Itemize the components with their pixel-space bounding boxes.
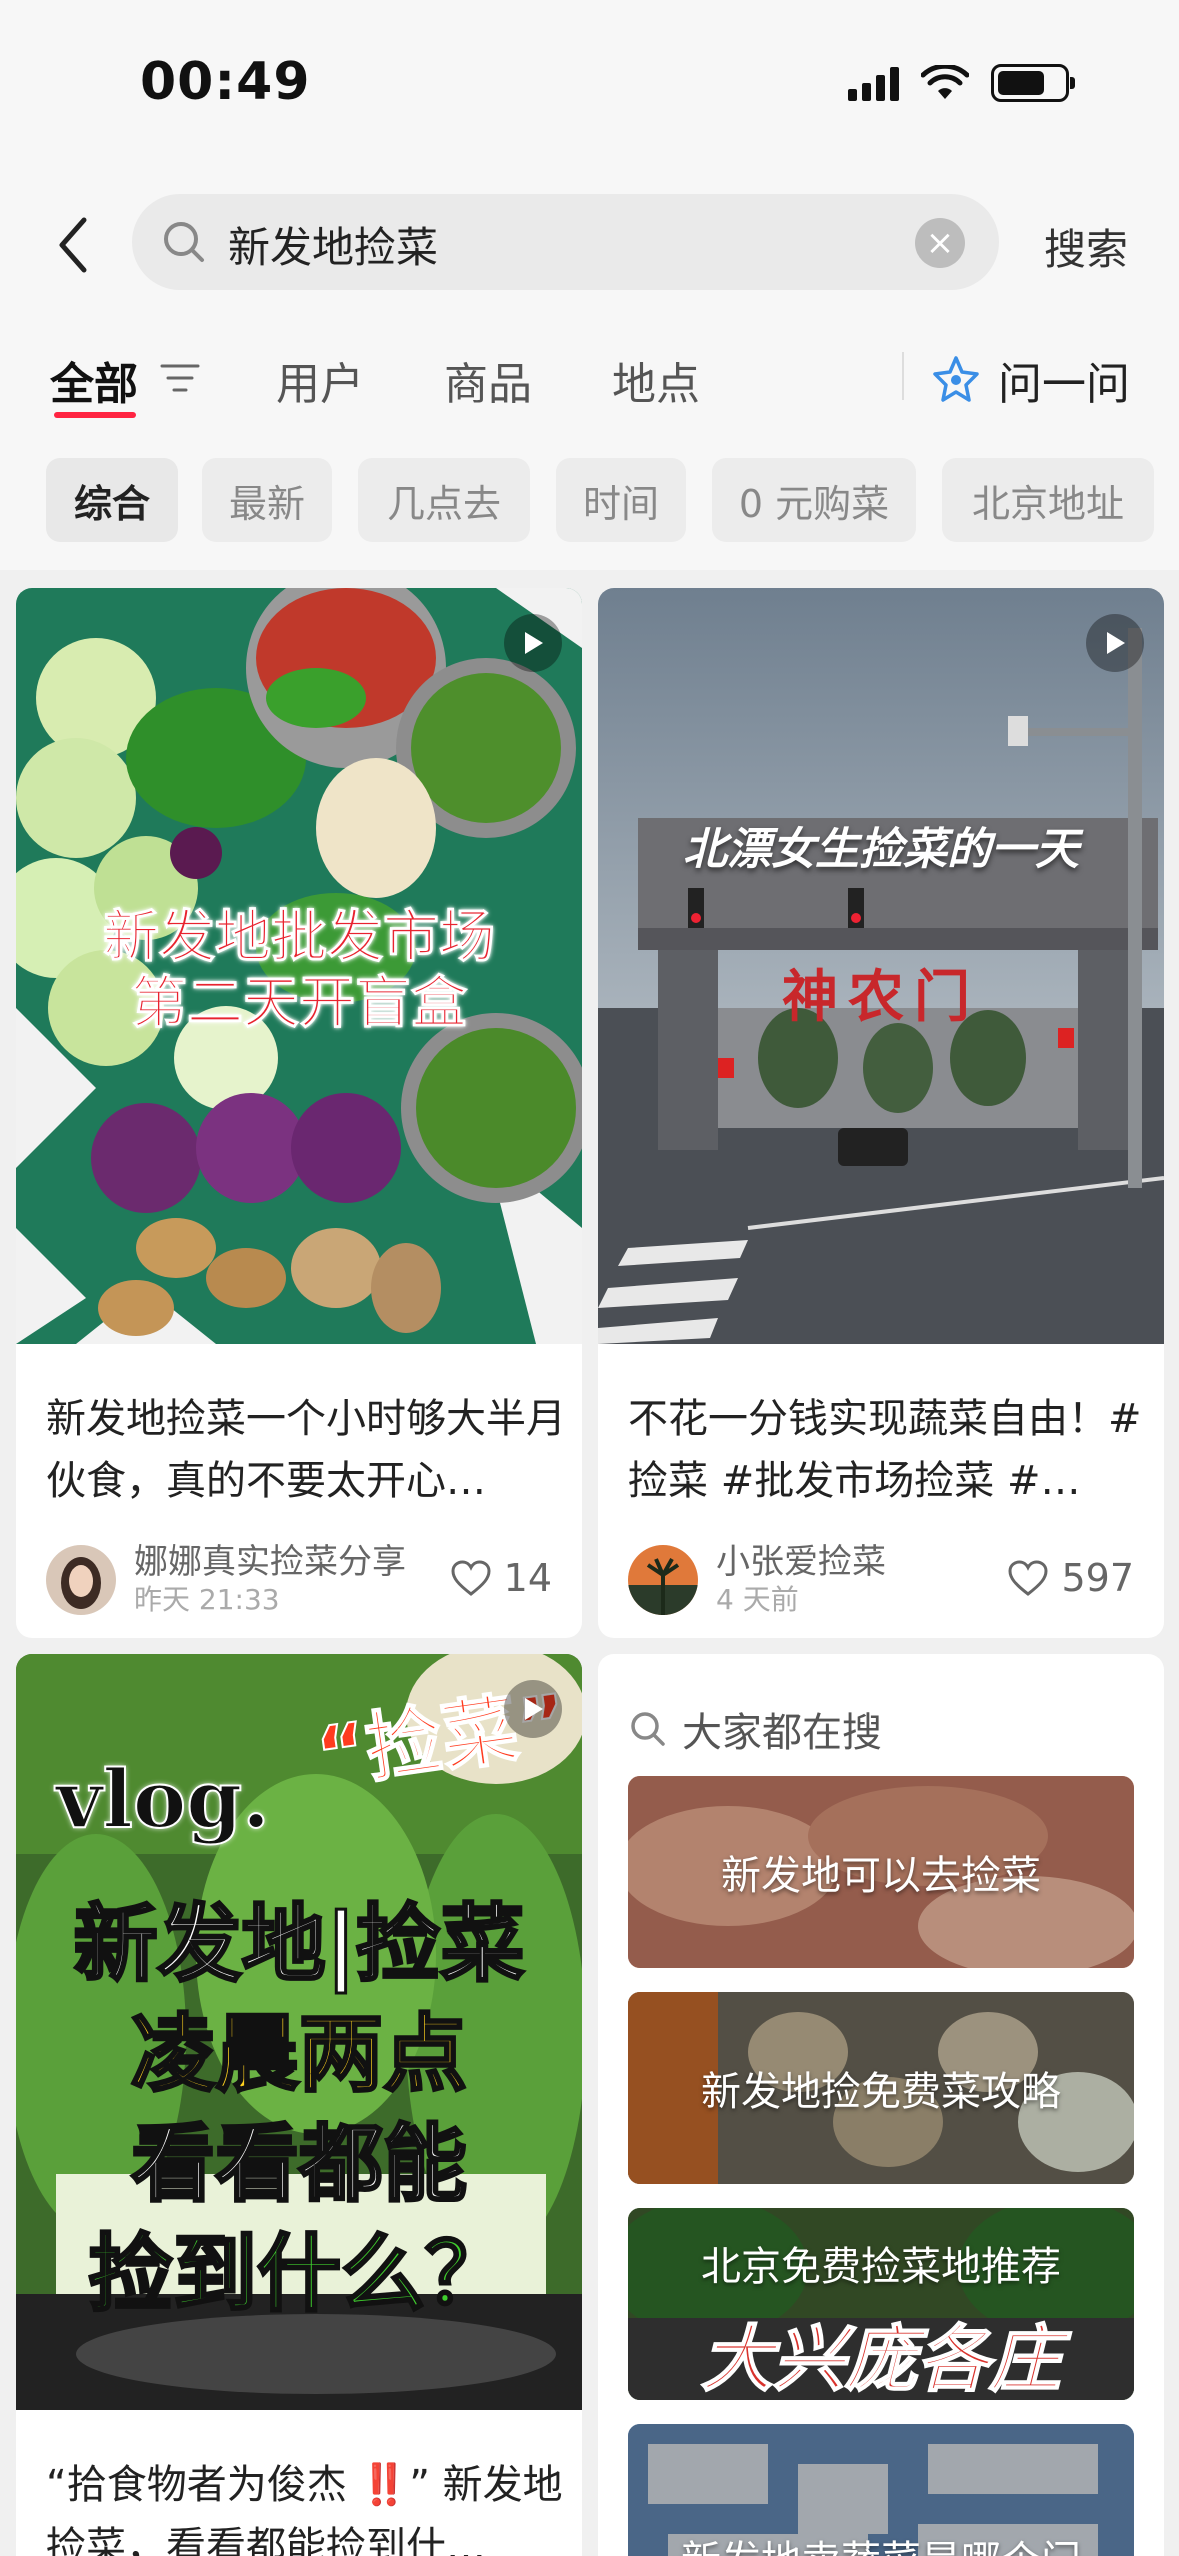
chip-beijing-address[interactable]: 北京地址 [942,458,1154,542]
ask-button[interactable]: 问一问 [930,348,1130,412]
clear-icon[interactable]: × [915,218,965,268]
avatar [46,1545,116,1615]
cover-line-1: 新发地|捡菜 [72,1894,526,1995]
trending-searches-card: 大家都在搜 新发地可以去捡菜 新发地捡免费菜攻略 大兴庞各庄 北京免费捡菜地推荐 [598,1654,1164,2556]
trending-item[interactable]: 新发地捡免费菜攻略 [628,1992,1134,2184]
cover-caption-line-1: 新发地批发市场 [103,905,496,970]
search-icon [631,1712,665,1746]
chevron-left-icon [59,217,87,273]
trending-header: 大家都在搜 [628,1700,882,1758]
trending-item-label: 新发地可以去捡菜 [721,1853,1041,1899]
gate-sign-text: 神农门 [782,965,980,1030]
post-card[interactable]: 新发地批发市场 第二天开盲盒 新发地捡菜一个小时够大半月伙食，真的不要太开心… … [16,588,582,1638]
cover-caption-line-2: 第二天开盲盒 [131,971,468,1036]
cover-line-4: 捡到什么？ [87,2224,510,2325]
thumbnail-caption: 大兴庞各庄 [700,2317,1062,2400]
trending-item-label: 新发地卖蔬菜是哪个门 [628,2424,1134,2556]
search-header: 新发地捡菜 × 搜索 [0,160,1179,330]
post-date: 4 天前 [716,1583,799,1616]
chip-comprehensive[interactable]: 综合 [46,458,178,542]
post-title: 不花一分钱实现蔬菜自由！#捡菜 #批发市场捡菜 #… [628,1396,1142,1504]
post-author[interactable]: 娜娜真实捡菜分享 昨天 21:33 [46,1542,406,1618]
chip-time[interactable]: 时间 [556,458,686,542]
tab-places[interactable]: 地点 [612,348,700,412]
cover-vlog-text: vlog. [55,1752,271,1846]
filter-icon[interactable] [158,360,202,396]
chip-latest[interactable]: 最新 [202,458,332,542]
author-name: 娜娜真实捡菜分享 [134,1542,406,1582]
like-button[interactable]: 597 [1007,1556,1134,1600]
post-author[interactable]: 小张爱捡菜 4 天前 [628,1542,886,1618]
avatar [628,1545,698,1615]
post-card[interactable]: vlog. “捡菜” 新发地|捡菜 凌晨两点 看看都能 捡到什么？ “拾食物者为… [16,1654,582,2556]
post-title: 新发地捡菜一个小时够大半月伙食，真的不要太开心… [46,1396,566,1504]
trending-item-label: 新发地捡免费菜攻略 [701,2069,1061,2115]
trending-item-label: 北京免费捡菜地推荐 [701,2244,1061,2290]
post-cover: 新发地批发市场 第二天开盲盒 [16,588,582,1344]
trending-title: 大家都在搜 [682,1710,882,1756]
tab-users[interactable]: 用户 [276,348,364,412]
search-query: 新发地捡菜 [228,223,439,272]
wifi-icon [921,65,969,99]
status-bar: 00:49 [0,0,1179,160]
search-input[interactable]: 新发地捡菜 × [132,194,999,290]
post-cover: vlog. “捡菜” 新发地|捡菜 凌晨两点 看看都能 捡到什么？ [16,1654,582,2410]
trending-item[interactable]: 大兴庞各庄 北京免费捡菜地推荐 [628,2208,1134,2400]
chip-what-time[interactable]: 几点去 [358,458,530,542]
like-count: 14 [503,1556,552,1600]
cover-line-2: 凌晨两点 [129,2004,468,2105]
like-count: 597 [1061,1556,1134,1600]
post-title: “拾食物者为俊杰 ‼️” 新发地捡菜，看看都能捡到什… [46,2462,563,2556]
tab-products[interactable]: 商品 [444,348,532,412]
cover-caption: 北漂女生捡菜的一天 [683,824,1079,875]
active-tab-indicator [54,412,136,418]
post-cover: 神农门 北漂女生捡菜的一天 [598,588,1164,1344]
trending-item[interactable]: 新发地卖蔬菜是哪个门 [628,2424,1134,2556]
battery-icon [991,64,1075,102]
video-play-icon [1086,614,1144,672]
heart-icon [1008,1560,1048,1596]
sparkle-star-icon [933,356,979,402]
like-button[interactable]: 14 [450,1556,552,1600]
result-tabs: 全部 用户 商品 地点 问一问 [0,330,1179,430]
video-play-icon [504,614,562,672]
trending-item[interactable]: 新发地可以去捡菜 [628,1776,1134,1968]
cover-line-3: 看看都能 [129,2114,468,2215]
post-card[interactable]: 神农门 北漂女生捡菜的一天 不花一分钱实现蔬菜自由！#捡菜 #批发市场捡菜 #…… [598,588,1164,1638]
cellular-signal-icon [848,65,899,101]
author-name: 小张爱捡菜 [716,1542,886,1582]
filter-chips: 综合 最新 几点去 时间 0 元购菜 北京地址 [0,430,1179,570]
video-play-icon [504,1680,562,1738]
chip-zero-yuan[interactable]: 0 元购菜 [712,458,916,542]
results-feed: 新发地批发市场 第二天开盲盒 新发地捡菜一个小时够大半月伙食，真的不要太开心… … [0,570,1179,2556]
post-date: 昨天 21:33 [134,1583,280,1616]
status-time: 00:49 [140,52,311,112]
status-icons [848,64,1075,102]
ask-label: 问一问 [998,359,1130,410]
heart-icon [451,1560,491,1596]
tab-all[interactable]: 全部 [50,348,138,412]
search-icon [164,222,204,262]
search-button[interactable]: 搜索 [1044,216,1128,277]
back-button[interactable] [38,200,108,290]
tab-divider [902,352,904,400]
